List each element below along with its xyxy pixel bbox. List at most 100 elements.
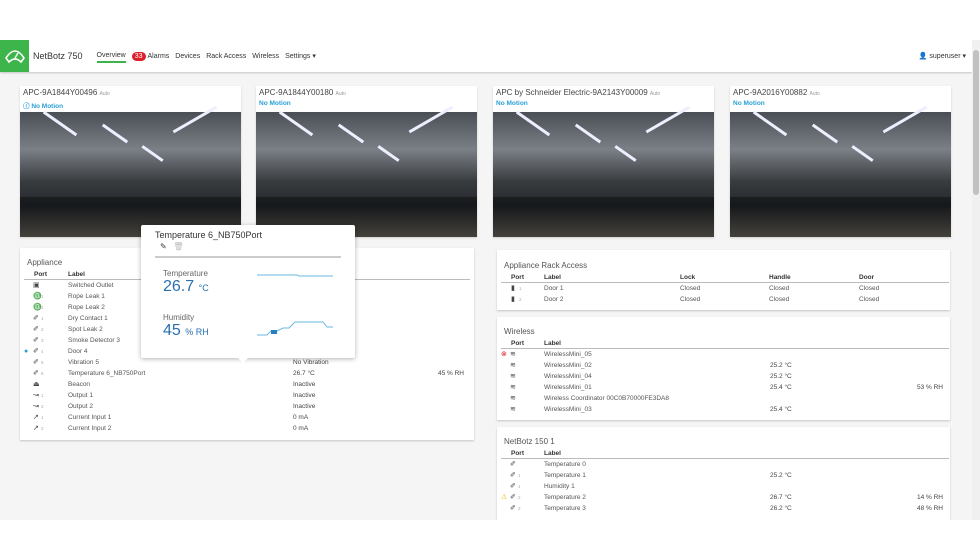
table-row[interactable]: ⚠ ✐ 2 Temperature 2 26.7 °C 14 % RH <box>501 492 949 503</box>
camera-image[interactable] <box>730 105 951 237</box>
error-status-icon[interactable]: ⊗ <box>501 350 510 358</box>
wireless-table: Port Label ⊗ ≋ WirelessMini_05 ≋ WirelessMini… <box>501 339 949 415</box>
sensor-value <box>770 459 900 470</box>
table-row[interactable]: ↝ 1 Output 1 Inactive <box>24 390 470 401</box>
sensor-value: 26.2 °C <box>770 504 792 512</box>
port-number: 3 <box>41 338 44 343</box>
sensor-label: WirelessMini_02 <box>544 361 592 369</box>
sensor-icon: ↗ <box>33 414 39 421</box>
table-row[interactable]: ▮ 2 Door 2 Closed Closed Closed <box>501 294 949 305</box>
table-row[interactable]: ↝ 2 Output 2 Inactive <box>24 401 470 412</box>
delete-trash-icon[interactable]: 🗑 <box>173 242 183 251</box>
col-value2 <box>900 449 949 459</box>
sensor-value2 <box>423 335 470 346</box>
sensor-icon: ✐ <box>33 326 39 333</box>
door-label: Door 1 <box>544 284 564 292</box>
camera-title: APC-9A1844Y00180 Auto <box>256 86 477 100</box>
table-row[interactable]: ✐ 1 Humidity 1 <box>501 481 949 492</box>
port-number: 3 <box>518 506 521 511</box>
sensor-value2: 48 % RH <box>916 504 943 512</box>
top-navbar: NetBotz 750 Overview 33 Alarms Devices Ra… <box>0 40 972 72</box>
table-row[interactable]: ✐ 1 Temperature 1 25.2 °C <box>501 470 949 481</box>
camera-card[interactable]: APC by Schneider Electric-9A2143Y00009 A… <box>493 86 714 237</box>
table-row[interactable]: ↗ 2 Current Input 2 0 mA <box>24 423 470 434</box>
humidity-label: Humidity <box>163 313 195 322</box>
info-status-icon[interactable]: ● <box>24 348 33 355</box>
table-row[interactable]: ⏏ Beacon Inactive <box>24 379 470 390</box>
table-row[interactable]: ✐ Temperature 0 <box>501 459 949 470</box>
rack-access-table: Port Label Lock Handle Door ▮ 1 Door 1 Closed Cl… <box>501 273 949 305</box>
nav-alarms[interactable]: 33 Alarms <box>131 51 170 62</box>
col-door: Door <box>859 273 949 283</box>
camera-image[interactable] <box>20 105 241 237</box>
col-value2 <box>900 339 949 349</box>
nav-overview[interactable]: Overview <box>96 50 126 63</box>
motion-status-text: No Motion <box>733 100 765 107</box>
sensor-value2 <box>423 357 470 368</box>
sensor-value: 0 mA <box>293 413 309 421</box>
sensor-label: WirelessMini_04 <box>544 372 592 380</box>
sensor-icon: ▣ <box>33 282 40 290</box>
port-number: 6 <box>41 371 44 376</box>
table-row[interactable]: ≋ WirelessMini_01 25.4 °C 53 % RH <box>501 382 949 393</box>
table-row[interactable]: ✐ 3 Temperature 3 26.2 °C 48 % RH <box>501 503 949 514</box>
camera-card[interactable]: APC-9A1844Y00496 Auto ⓘ No Motion <box>20 86 241 237</box>
sensor-label: Output 2 <box>68 402 93 410</box>
camera-image[interactable] <box>256 105 477 237</box>
nav-settings[interactable]: Settings ▾ <box>285 50 316 62</box>
page-scrollbar[interactable] <box>972 40 980 520</box>
port-number: 2 <box>41 305 44 310</box>
nav-wireless[interactable]: Wireless <box>252 51 279 62</box>
sensor-value2: 45 % RH <box>437 369 464 377</box>
sensor-value2 <box>423 423 470 434</box>
sensor-value2 <box>423 280 470 291</box>
sensor-value2: 53 % RH <box>916 383 943 391</box>
table-row[interactable]: ≋ WirelessMini_03 25.4 °C <box>501 404 949 415</box>
sensor-label: Current Input 1 <box>68 413 112 421</box>
sensor-value2 <box>900 404 949 415</box>
sensor-label: Temperature 3 <box>544 504 586 512</box>
col-handle: Handle <box>769 273 859 283</box>
netbotz150-table: Port Label ✐ Temperature 0 ✐ 1 Temperature 12… <box>501 449 949 514</box>
sensor-value: Inactive <box>293 380 316 388</box>
table-row[interactable]: ✐ 6 Temperature 6_NB750Port 26.7 °C 45 % RH <box>24 368 470 379</box>
sensor-value2: 14 % RH <box>916 493 943 501</box>
camera-mode: Auto <box>809 91 820 97</box>
wireless-icon: ≋ <box>510 373 516 380</box>
sensor-icon: ✐ <box>510 494 516 501</box>
sensor-icon: ↗ <box>33 425 39 432</box>
camera-card[interactable]: APC-9A1844Y00180 Auto No Motion <box>256 86 477 237</box>
nav-alarms-label: Alarms <box>147 52 170 60</box>
humidity-value: 45 <box>163 322 181 339</box>
table-row[interactable]: ⊗ ≋ WirelessMini_05 <box>501 349 949 360</box>
rack-access-title: Appliance Rack Access <box>504 261 588 270</box>
table-row[interactable]: ≋ Wireless Coordinator 00C0B70000FE3DA8 <box>501 393 949 404</box>
sensor-value: 0 mA <box>293 424 309 432</box>
camera-mode: Auto <box>335 91 346 97</box>
scrollbar-thumb[interactable] <box>973 50 979 195</box>
sensor-value: 25.2 °C <box>770 471 792 479</box>
camera-image[interactable] <box>493 105 714 237</box>
table-row[interactable]: ▮ 1 Door 1 Closed Closed Closed <box>501 283 949 294</box>
user-icon: 👤 <box>918 53 930 60</box>
wireless-icon: ≋ <box>510 362 516 369</box>
sensor-label: Temperature 2 <box>544 493 586 501</box>
edit-pencil-icon[interactable]: ✎ <box>160 242 167 251</box>
sensor-value: 26.7 °C <box>770 493 792 501</box>
user-menu[interactable]: 👤 superuser ▾ <box>919 52 966 60</box>
table-row[interactable]: ↗ 1 Current Input 1 0 mA <box>24 412 470 423</box>
door-icon: ▮ <box>511 285 515 293</box>
nav-devices[interactable]: Devices <box>175 51 200 62</box>
temperature-value: 26.7 <box>163 278 195 295</box>
sensor-label: Output 1 <box>68 391 93 399</box>
table-row[interactable]: ≋ WirelessMini_02 25.2 °C <box>501 360 949 371</box>
warning-status-icon[interactable]: ⚠ <box>501 493 510 501</box>
humidity-sparkline <box>257 321 333 336</box>
nav-rack-access[interactable]: Rack Access <box>206 51 246 62</box>
table-row[interactable]: ≋ WirelessMini_04 25.2 °C <box>501 371 949 382</box>
sensor-value2 <box>900 481 949 492</box>
wireless-panel: Wireless Port Label ⊗ ≋ WirelessMini_05 ≋ Wir… <box>497 317 950 420</box>
sensor-icon: ✐ <box>510 483 516 490</box>
netbotz-logo-icon[interactable] <box>0 40 29 72</box>
camera-card[interactable]: APC-9A2016Y00882 Auto No Motion <box>730 86 951 237</box>
